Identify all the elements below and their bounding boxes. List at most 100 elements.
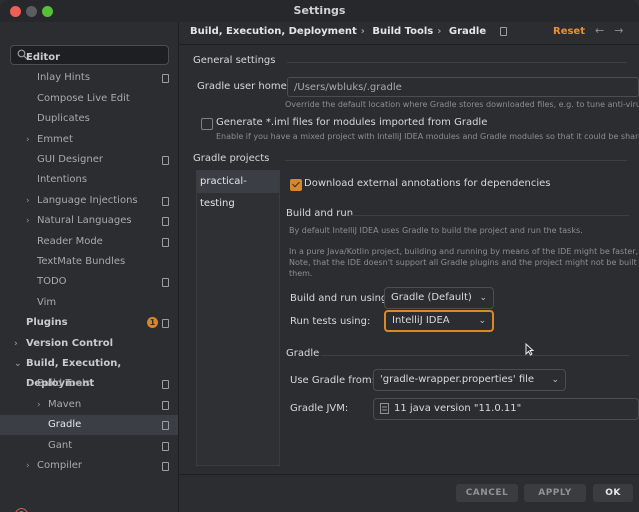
sidebar-item-label: Intentions: [37, 174, 88, 186]
sidebar-item-duplicates[interactable]: Duplicates: [0, 109, 178, 129]
general-settings-title: General settings: [193, 55, 276, 66]
project-scope-icon: [162, 217, 169, 227]
back-arrow-icon[interactable]: ←: [595, 24, 614, 37]
project-scope-icon: [162, 319, 169, 329]
sidebar-item-build-execution-deployment[interactable]: ⌄ Build, Execution, Deployment: [0, 354, 178, 389]
project-scope-icon: [162, 441, 169, 451]
gradle-projects-list: practical-testing: [196, 170, 280, 466]
settings-sidebar: Editor Inlay Hints Compose Live Edit Duplic…: [0, 22, 179, 512]
project-scope-icon: [162, 74, 169, 84]
project-scope-icon: [162, 462, 169, 471]
sidebar-item-label: Natural Languages: [37, 215, 132, 227]
sidebar-item-gant[interactable]: Gant: [0, 436, 178, 456]
sidebar-item-maven[interactable]: › Maven: [0, 395, 178, 415]
chevron-right-icon[interactable]: ›: [37, 395, 41, 415]
sidebar-item-todo[interactable]: TODO: [0, 272, 178, 292]
sidebar-item-label: Gradle: [48, 419, 82, 431]
gradle-jvm-dropdown[interactable]: 11 java version "11.0.11": [373, 398, 639, 420]
chevron-right-icon[interactable]: ›: [26, 191, 30, 211]
sidebar-item-textmate-bundles[interactable]: TextMate Bundles: [0, 252, 178, 272]
chevron-down-icon: ⌄: [479, 293, 487, 303]
use-gradle-from-dropdown[interactable]: 'gradle-wrapper.properties' file ⌄: [373, 369, 566, 391]
sidebar-item-label: Version Control: [26, 337, 114, 349]
chevron-right-icon[interactable]: ›: [14, 334, 18, 354]
download-annotations-checkbox[interactable]: [290, 179, 302, 191]
header-divider: [179, 44, 639, 45]
forward-arrow-icon[interactable]: →: [614, 24, 633, 37]
gradle-user-home-label: Gradle user home:: [197, 81, 291, 92]
section-separator: [349, 215, 629, 216]
sidebar-item-compose-live-edit[interactable]: Compose Live Edit: [0, 89, 178, 109]
chevron-down-icon[interactable]: ⌄: [26, 374, 34, 394]
sidebar-item-reader-mode[interactable]: Reader Mode: [0, 232, 178, 252]
apply-button[interactable]: APPLY: [524, 484, 586, 502]
build-run-desc-2c: them.: [289, 269, 313, 278]
chevron-down-icon: ⌄: [551, 375, 559, 385]
build-run-desc-2a: In a pure Java/Kotlin project, building …: [289, 247, 639, 256]
sidebar-item-label: Language Injections: [37, 194, 138, 206]
build-run-desc-2b: Note, that the IDE doesn't support all G…: [289, 258, 639, 267]
generate-iml-label: Generate *.iml files for modules importe…: [216, 117, 488, 128]
run-tests-using-dropdown[interactable]: IntelliJ IDEA ⌄: [384, 310, 494, 332]
sidebar-item-intentions[interactable]: Intentions: [0, 170, 178, 190]
project-scope-icon: [162, 237, 169, 247]
sidebar-item-label: Emmet: [37, 133, 73, 145]
sidebar-item-language-injections[interactable]: › Language Injections: [0, 191, 178, 211]
sidebar-item-vim[interactable]: Vim: [0, 293, 178, 313]
chevron-right-icon[interactable]: ›: [26, 211, 30, 231]
sidebar-item-label: TODO: [37, 276, 67, 288]
sidebar-item-emmet[interactable]: › Emmet: [0, 130, 178, 150]
sidebar-item-label: Inlay Hints: [37, 72, 91, 84]
footer-divider: [179, 474, 639, 475]
sidebar-item-label: Duplicates: [37, 113, 90, 125]
sidebar-item-label: Build Tools: [37, 378, 90, 390]
sidebar-item-gradle[interactable]: Gradle: [0, 415, 178, 436]
breadcrumb-item[interactable]: Build, Execution, Deployment: [190, 26, 357, 37]
project-scope-icon: [162, 421, 169, 431]
settings-content: Build, Execution, Deployment › Build Tool…: [179, 22, 639, 512]
sidebar-item-inlay-hints[interactable]: Inlay Hints: [0, 68, 178, 88]
gradle-section-title: Gradle: [286, 348, 320, 359]
breadcrumb-item[interactable]: Build Tools: [372, 26, 433, 37]
ok-button[interactable]: OK: [593, 484, 633, 502]
sidebar-item-plugins[interactable]: Plugins 1: [0, 313, 178, 333]
help-icon[interactable]: ?: [15, 508, 28, 512]
project-scope-icon: [162, 156, 169, 165]
sidebar-item-compiler[interactable]: › Compiler: [0, 456, 178, 476]
run-tests-using-label: Run tests using:: [290, 316, 371, 327]
chevron-right-icon[interactable]: ›: [26, 130, 30, 150]
run-tests-using-value: IntelliJ IDEA: [392, 315, 450, 326]
sidebar-item-version-control[interactable]: › Version Control: [0, 334, 178, 354]
project-item-practical-testing[interactable]: practical-testing: [197, 171, 279, 209]
gradle-user-home-hint: Override the default location where Grad…: [285, 100, 639, 109]
sidebar-item-label: GUI Designer: [37, 154, 103, 165]
sidebar-item-gui-designer[interactable]: GUI Designer: [0, 150, 178, 170]
section-separator: [285, 160, 627, 161]
gradle-jvm-value: 11 java version "11.0.11": [394, 403, 522, 414]
cancel-button[interactable]: CANCEL: [456, 484, 518, 502]
gradle-user-home-field[interactable]: /Users/wbluks/.gradle: [287, 77, 639, 97]
breadcrumb-item: Gradle: [448, 26, 487, 37]
sidebar-item-label: Editor: [26, 52, 60, 63]
mouse-cursor-icon: [525, 343, 534, 356]
breadcrumb: Build, Execution, Deployment › Build Tool…: [190, 26, 511, 37]
build-and-run-using-label: Build and run using:: [290, 293, 391, 304]
generate-iml-hint: Enable if you have a mixed project with …: [216, 132, 639, 141]
sidebar-item-label: Gant: [48, 439, 73, 451]
project-scope-icon: [499, 26, 507, 36]
build-and-run-using-dropdown[interactable]: Gradle (Default) ⌄: [384, 287, 494, 309]
chevron-down-icon: ⌄: [478, 316, 486, 326]
reset-link[interactable]: Reset: [553, 26, 585, 37]
sidebar-item-label: Compiler: [37, 460, 83, 471]
sidebar-item-build-tools[interactable]: ⌄ Build Tools: [0, 374, 178, 394]
build-and-run-title: Build and run: [286, 208, 354, 219]
sidebar-item-label: Compose Live Edit: [37, 92, 130, 104]
sidebar-item-natural-languages[interactable]: › Natural Languages: [0, 211, 178, 231]
chevron-right-icon[interactable]: ›: [26, 456, 30, 476]
chevron-down-icon[interactable]: ⌄: [14, 354, 22, 374]
sidebar-item-label: Vim: [37, 296, 57, 308]
jdk-folder-icon: [380, 403, 389, 414]
generate-iml-checkbox[interactable]: [201, 118, 213, 130]
sidebar-item-editor[interactable]: Editor: [0, 48, 178, 68]
use-gradle-from-label: Use Gradle from:: [290, 375, 375, 386]
